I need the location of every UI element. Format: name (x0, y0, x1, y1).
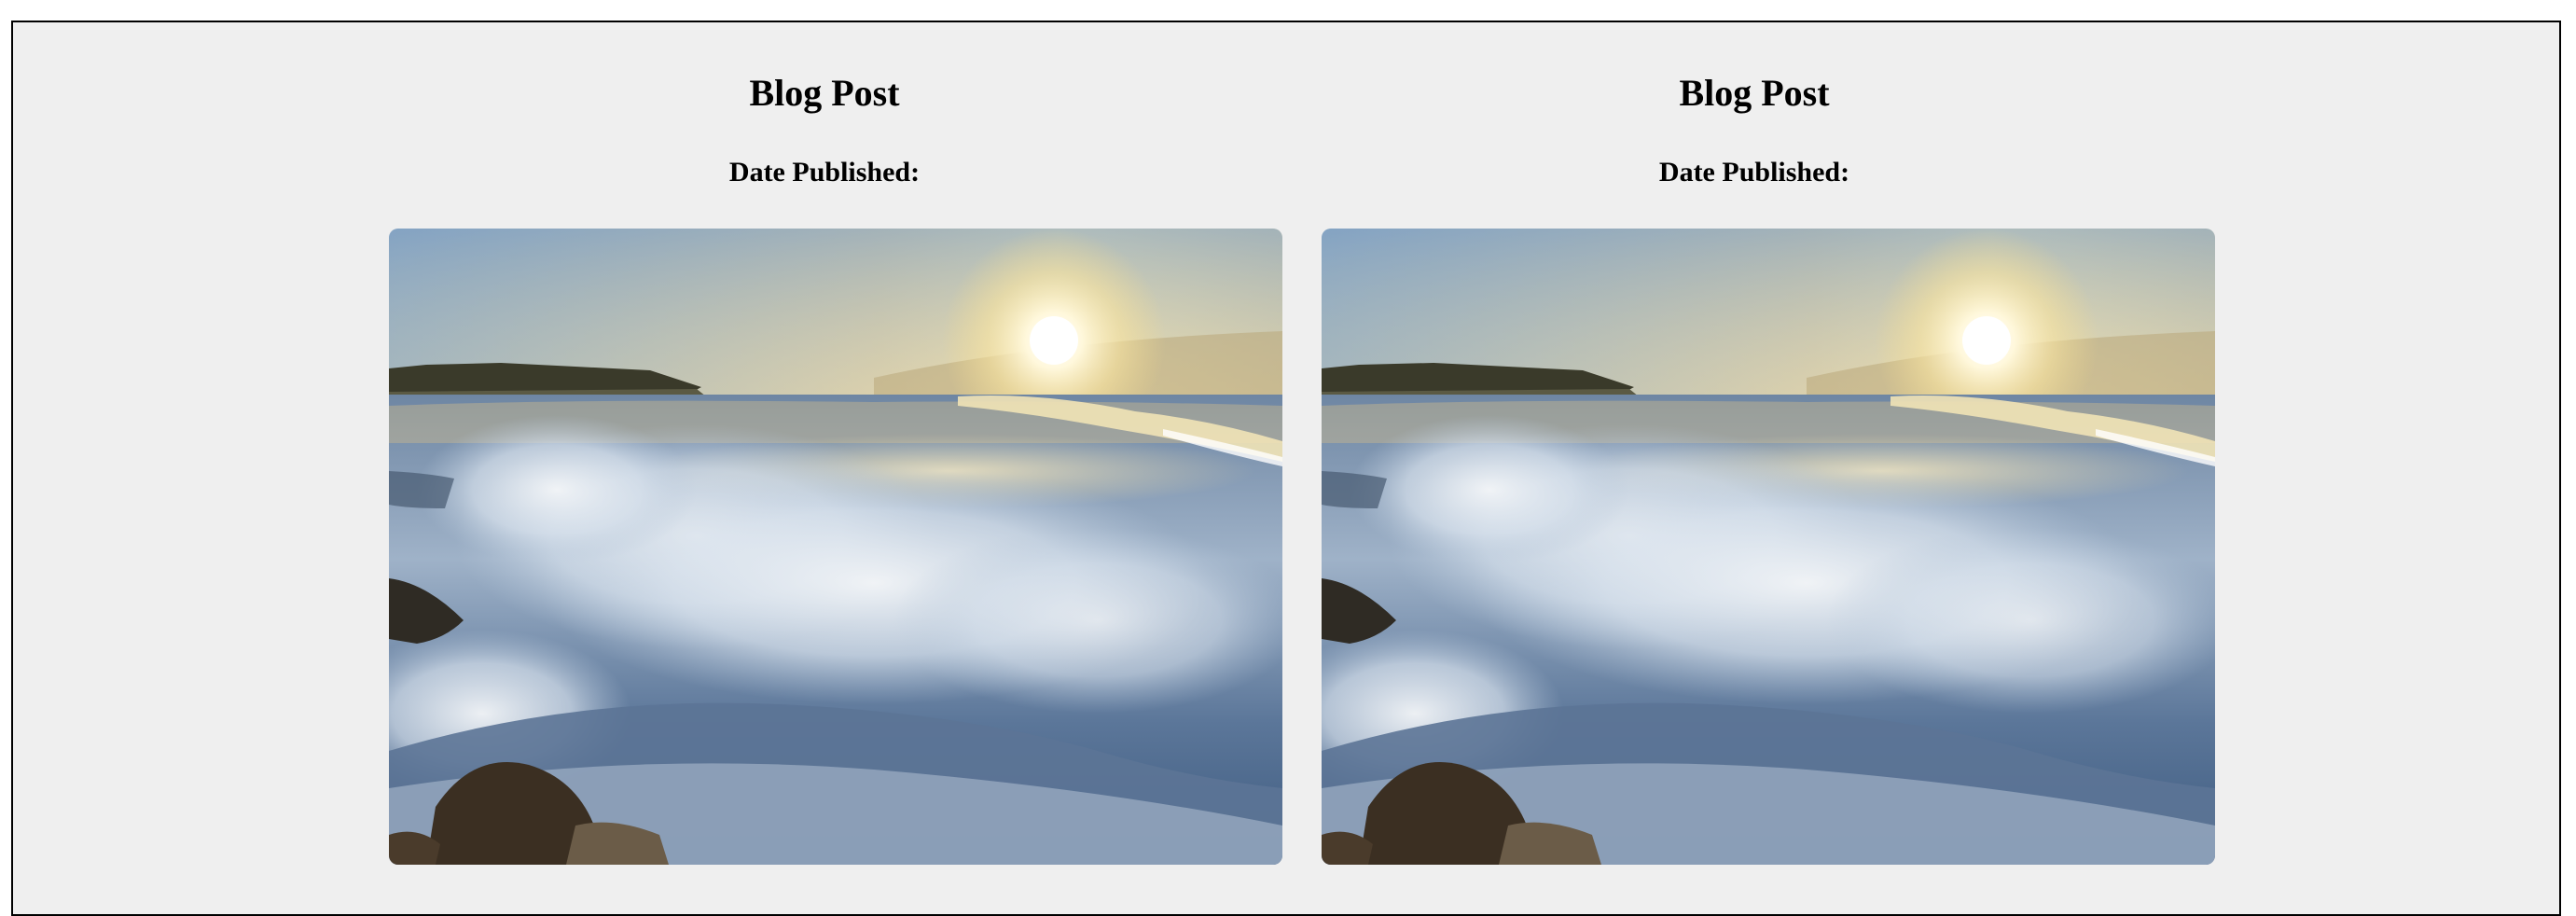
post-image (389, 229, 1282, 865)
post-date-label: Date Published: (1658, 157, 1850, 187)
post-title: Blog Post (749, 72, 900, 114)
page-frame: Blog Post Date Published: Blog Post Date… (11, 21, 2561, 916)
post-date-label: Date Published: (728, 157, 921, 187)
post-title: Blog Post (1679, 72, 1830, 114)
post-image (1322, 229, 2215, 865)
